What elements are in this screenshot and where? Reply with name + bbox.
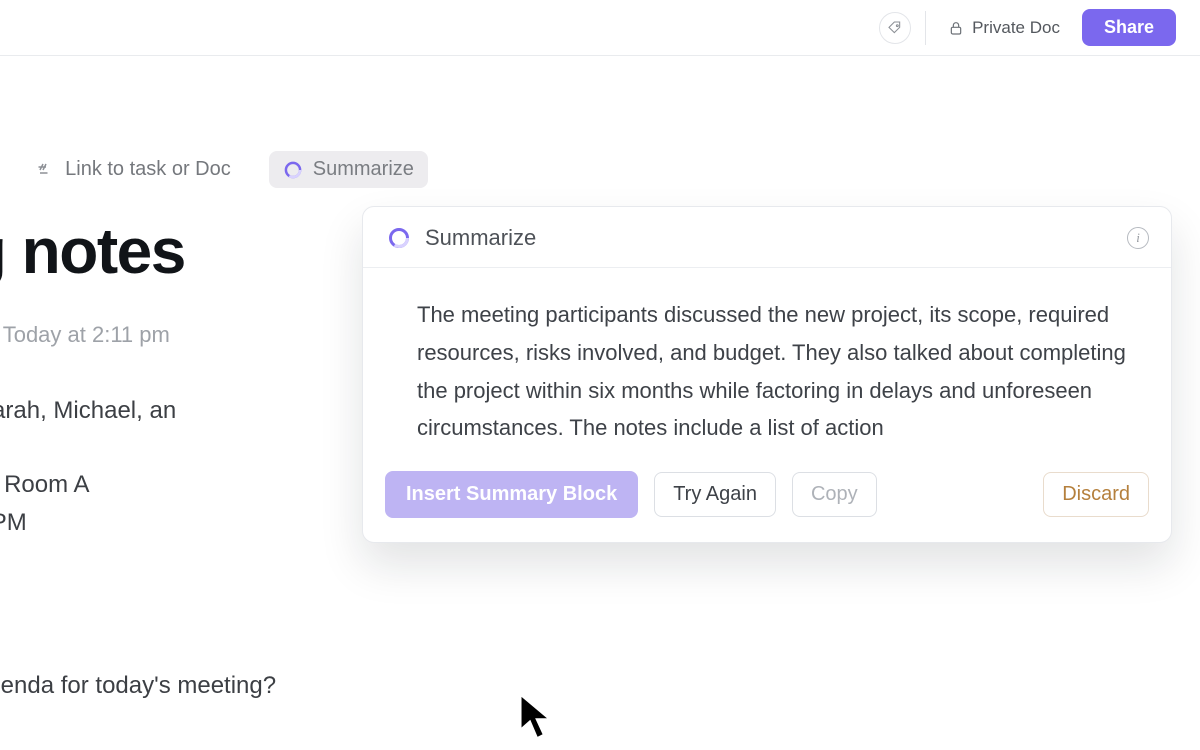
copy-button[interactable]: Copy [792,472,877,517]
link-icon [37,161,55,179]
top-bar: Private Doc Share [0,0,1200,56]
updated-value: Today at 2:11 pm [3,322,170,347]
share-button[interactable]: Share [1082,9,1176,46]
action-label: Summarize [313,158,414,181]
insert-summary-button[interactable]: Insert Summary Block [385,471,638,518]
section-heading: ersation [0,599,1200,638]
participants-value: John, Sarah, Michael, an [0,397,176,424]
link-task-action[interactable]: Link to task or Doc [23,151,245,188]
ai-circle-icon [283,160,303,180]
summarize-action[interactable]: Summarize [269,151,428,188]
popover-title: Summarize [425,225,536,251]
lock-icon [948,19,964,37]
popover-actions: Insert Summary Block Try Again Copy Disc… [363,457,1171,542]
summary-text: The meeting participants discussed the n… [363,268,1171,457]
divider [925,11,926,45]
privacy-status[interactable]: Private Doc [940,12,1068,44]
privacy-label: Private Doc [972,18,1060,38]
tag-icon-button[interactable] [879,12,911,44]
ai-circle-icon [387,226,411,250]
summarize-popover: Summarize i The meeting participants dis… [362,206,1172,543]
info-icon[interactable]: i [1127,227,1149,249]
tag-icon [887,20,903,36]
discard-button[interactable]: Discard [1043,472,1149,517]
conversation-text[interactable]: what's the agenda for today's meeting? [0,672,1200,700]
try-again-button[interactable]: Try Again [654,472,776,517]
action-label: Link to task or Doc [65,158,231,181]
doc-action-row: mment Link to task or Doc Summarize [0,151,1200,188]
popover-header: Summarize i [363,207,1171,268]
